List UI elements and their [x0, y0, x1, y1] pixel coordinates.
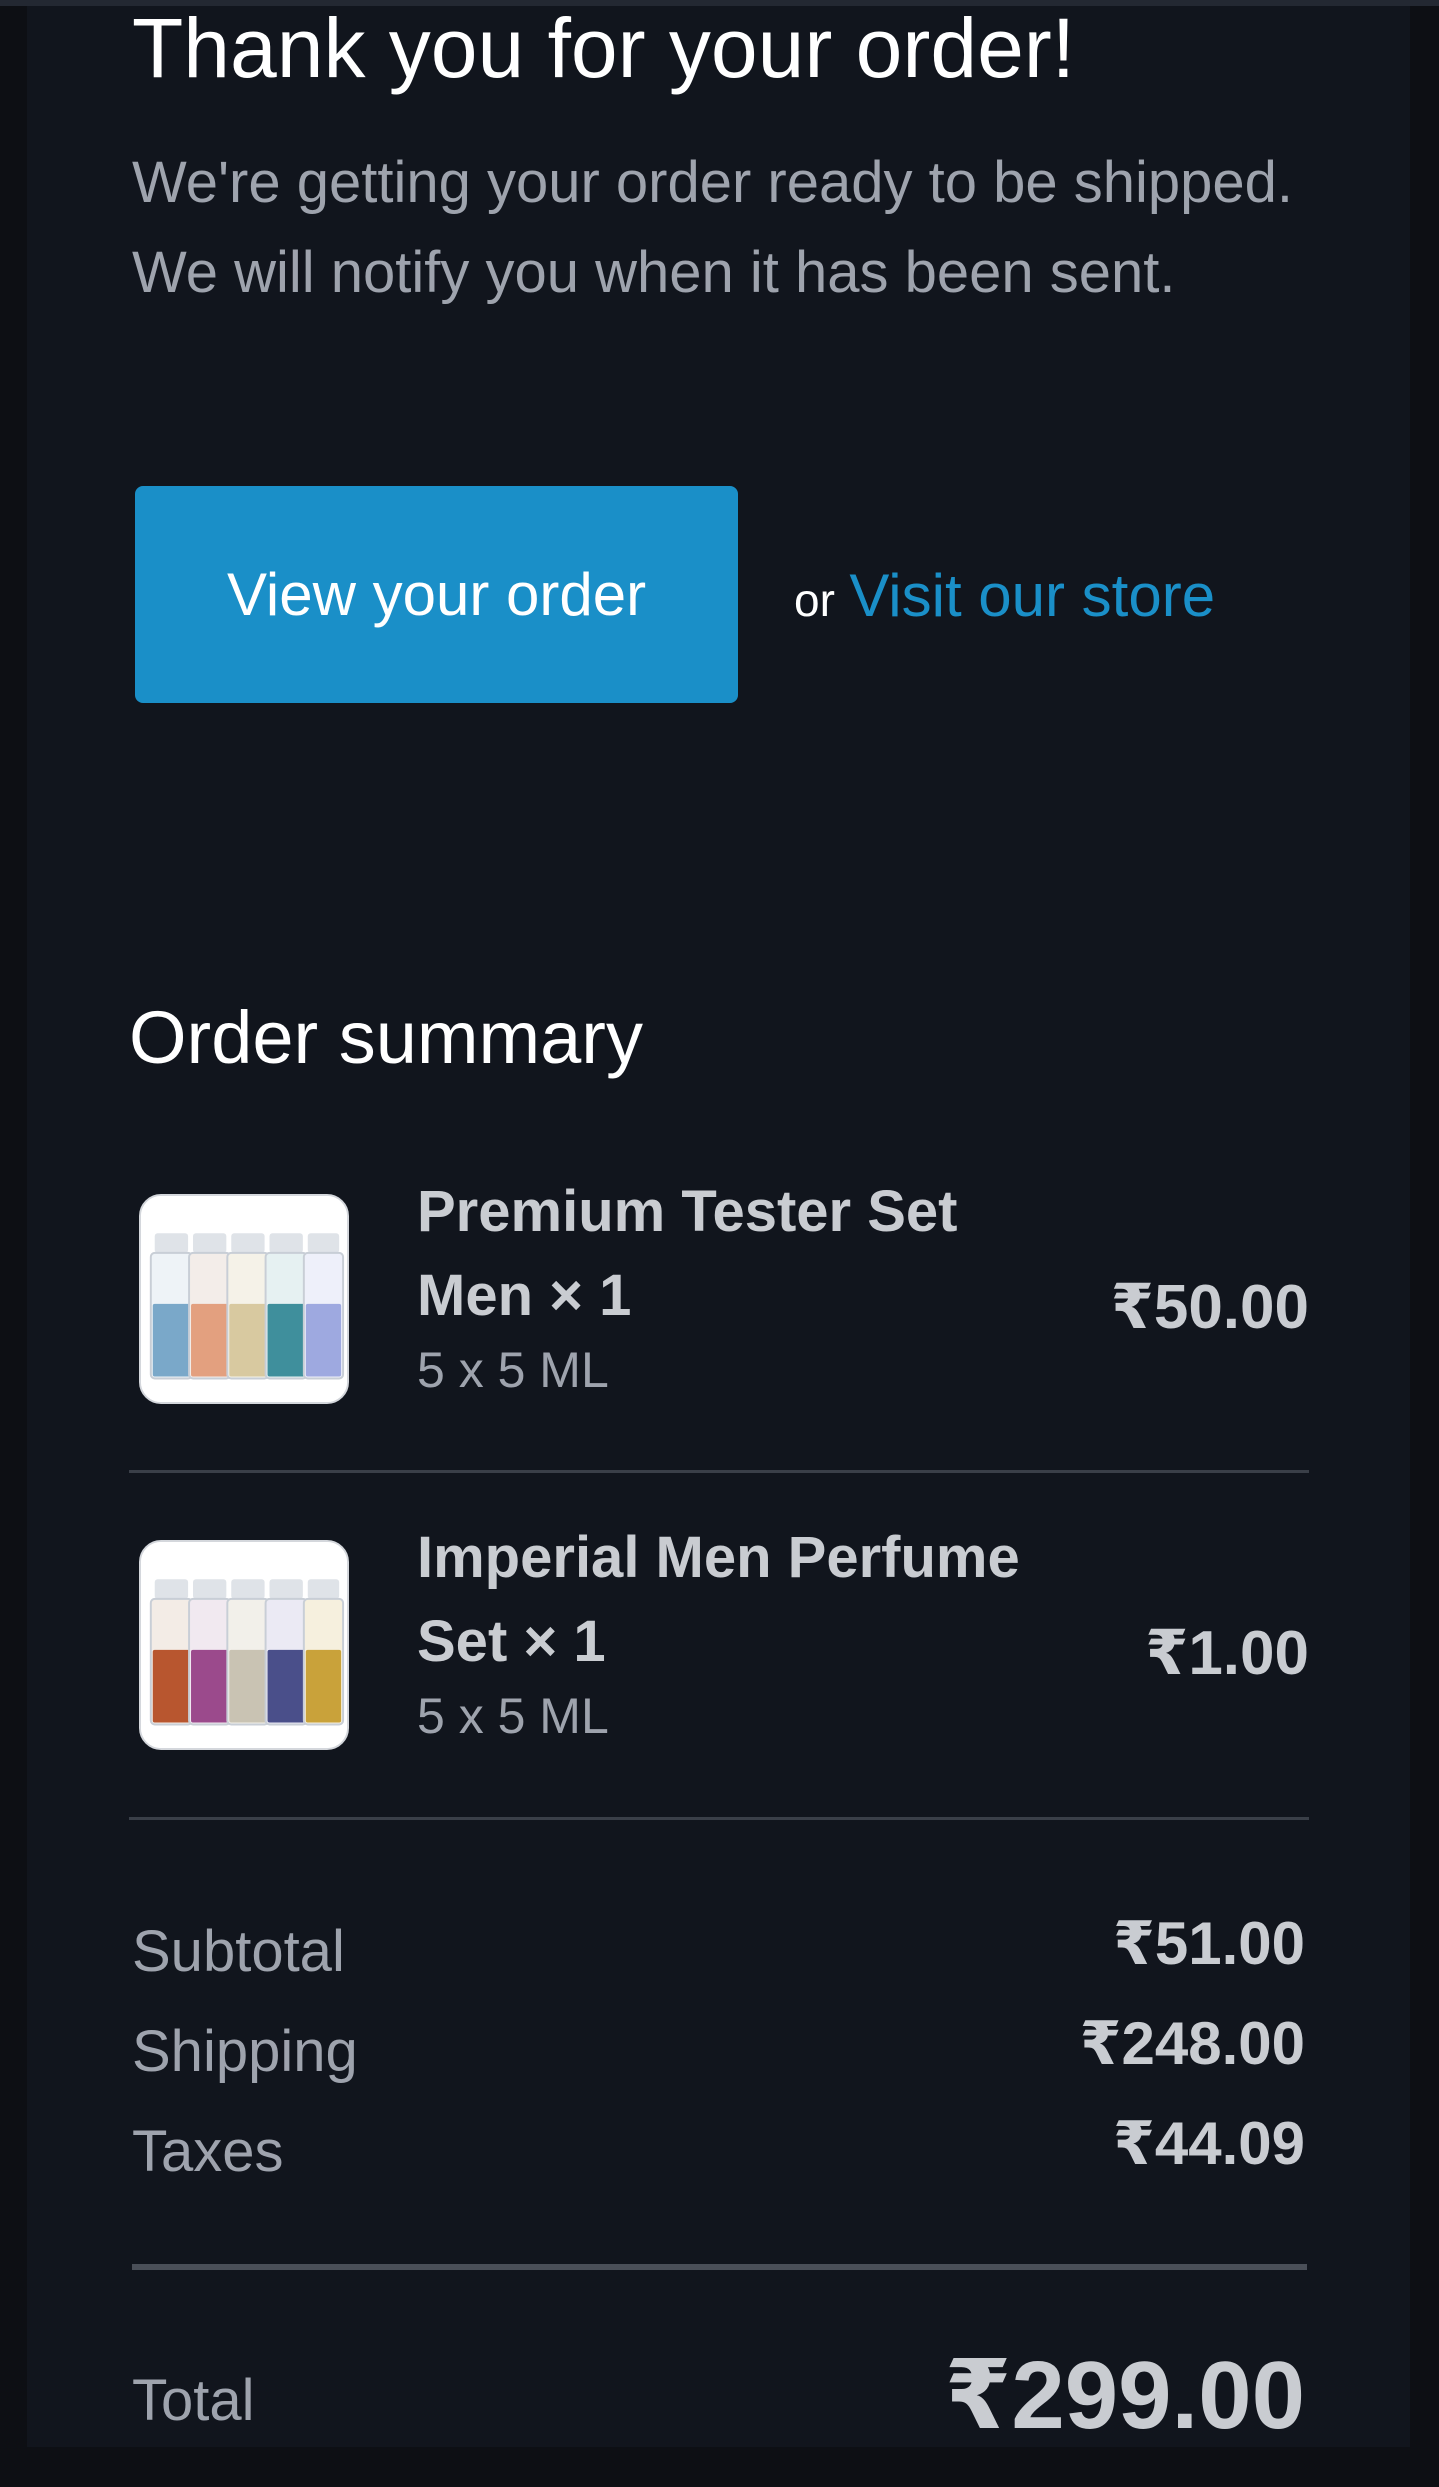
product-image-graphic [141, 1196, 347, 1402]
total-divider [132, 2264, 1307, 2270]
subtotal-label: Subtotal [132, 1919, 345, 1984]
or-text: or [794, 574, 835, 626]
item-name: Premium Tester Set Men × 1 [417, 1179, 958, 1328]
item-price: ₹1.00 [1145, 1619, 1309, 1688]
order-summary-title: Order summary [129, 996, 643, 1079]
subtotal-row: Subtotal ₹51.00 [132, 1910, 1305, 1992]
bottle [149, 1233, 193, 1380]
visit-store-link[interactable]: Visit our store [849, 562, 1215, 629]
shipping-row: Shipping ₹248.00 [132, 2010, 1305, 2092]
line-item: Imperial Men Perfume Set × 1 5 x 5 ML ₹1… [129, 1525, 1309, 1776]
shipping-label: Shipping [132, 2019, 358, 2084]
line-item: Premium Tester Set Men × 1 5 x 5 ML ₹50.… [129, 1179, 1309, 1430]
taxes-label: Taxes [132, 2119, 284, 2184]
total-label: Total [132, 2368, 255, 2433]
item-variant: 5 x 5 ML [417, 1688, 609, 1744]
view-order-button[interactable]: View your order [135, 486, 738, 703]
product-image-graphic [141, 1542, 347, 1748]
perfume-set-image [139, 1540, 349, 1750]
item-price: ₹50.00 [1110, 1273, 1309, 1342]
page-title: Thank you for your order! [132, 1, 1076, 95]
subtotal-value: ₹51.00 [1113, 1910, 1305, 1977]
item-variant: 5 x 5 ML [417, 1342, 609, 1398]
shipping-value: ₹248.00 [1079, 2010, 1305, 2077]
store-link-group: or Visit our store [794, 556, 1215, 652]
item-divider [129, 1817, 1309, 1820]
order-status-message: We're getting your order ready to be shi… [132, 150, 1294, 305]
item-name: Imperial Men Perfume Set × 1 [417, 1525, 1020, 1674]
item-divider [129, 1470, 1309, 1473]
taxes-value: ₹44.09 [1113, 2110, 1305, 2177]
total-value: ₹299.00 [944, 2342, 1305, 2449]
perfume-tester-set-image [139, 1194, 349, 1404]
taxes-row: Taxes ₹44.09 [132, 2110, 1305, 2192]
